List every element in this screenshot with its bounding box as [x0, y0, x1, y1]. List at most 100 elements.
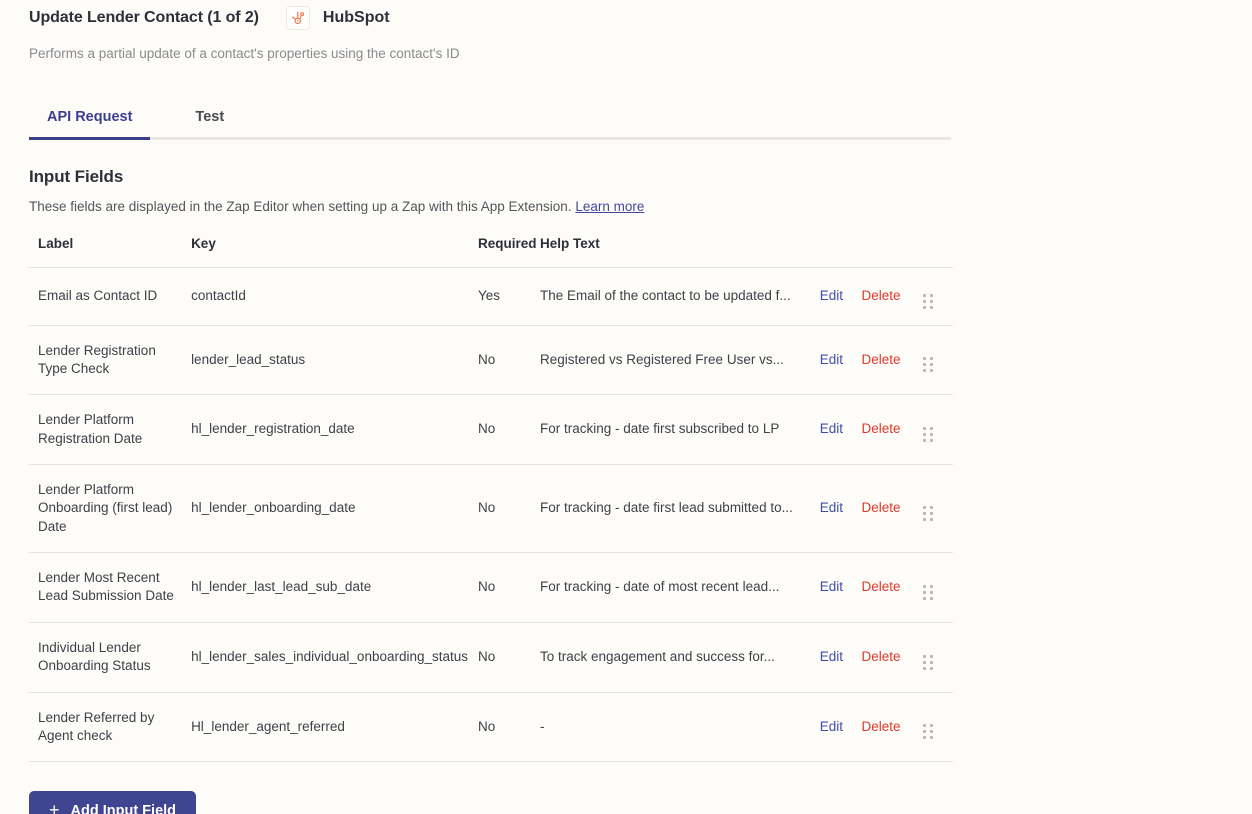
delete-link[interactable]: Delete — [862, 352, 901, 367]
cell-label: Email as Contact ID — [29, 267, 192, 326]
edit-link[interactable]: Edit — [820, 288, 843, 303]
column-header-delete — [862, 236, 924, 268]
cell-handle — [923, 692, 953, 763]
cell-required: No — [478, 464, 540, 554]
table-head: Label Key Required Help Text — [29, 236, 953, 268]
cell-handle — [923, 267, 953, 326]
delete-link[interactable]: Delete — [862, 579, 901, 594]
cell-label: Lender Most Recent Lead Submission Date — [29, 552, 192, 623]
table-header-row: Label Key Required Help Text — [29, 236, 953, 268]
cell-help-text: - — [539, 692, 820, 763]
input-fields-section: Input Fields These fields are displayed … — [29, 167, 953, 763]
cell-required: No — [478, 325, 540, 396]
cell-delete: Delete — [861, 267, 924, 326]
table-row: Lender Platform Onboarding (first lead) … — [29, 464, 953, 554]
cell-help-text: To track engagement and success for... — [539, 622, 820, 693]
learn-more-link[interactable]: Learn more — [575, 199, 644, 214]
help-text: To track engagement and success for... — [539, 648, 775, 664]
cell-required: No — [478, 552, 540, 623]
app-chip: HubSpot — [285, 6, 390, 30]
add-input-field-button[interactable]: + Add Input Field — [29, 791, 197, 814]
cell-help-text: For tracking - date first lead submitted… — [539, 464, 820, 554]
section-description-text: These fields are displayed in the Zap Ed… — [29, 198, 572, 214]
cell-label: Lender Platform Onboarding (first lead) … — [29, 464, 192, 554]
cell-key: contactId — [191, 267, 479, 326]
drag-handle-icon[interactable] — [923, 584, 934, 600]
cell-handle — [923, 325, 953, 396]
cell-label: Lender Referred by Agent check — [29, 692, 192, 763]
cell-delete: Delete — [861, 464, 924, 554]
drag-handle-icon[interactable] — [923, 724, 934, 740]
help-text: For tracking - date first lead submitted… — [539, 500, 793, 516]
cell-key: lender_lead_status — [191, 325, 479, 396]
drag-handle-icon[interactable] — [923, 427, 934, 443]
help-text: For tracking - date first subscribed to … — [539, 421, 780, 437]
drag-handle-icon[interactable] — [923, 654, 934, 670]
edit-link[interactable]: Edit — [820, 719, 843, 734]
cell-delete: Delete — [861, 552, 924, 623]
page-subtitle: Performs a partial update of a contact's… — [29, 46, 460, 61]
tab-bar: API Request Test — [29, 99, 951, 140]
cell-required: No — [478, 394, 540, 465]
column-header-edit — [820, 236, 862, 268]
delete-link[interactable]: Delete — [862, 649, 901, 664]
column-header-label: Label — [38, 235, 74, 251]
edit-link[interactable]: Edit — [820, 500, 843, 515]
drag-handle-icon[interactable] — [923, 506, 934, 522]
table-row: Lender Platform Registration Date hl_lend… — [29, 394, 953, 465]
edit-link[interactable]: Edit — [820, 649, 843, 664]
tab-api-request[interactable]: API Request — [47, 109, 132, 137]
input-fields-table: Label Key Required Help Text Email as Co… — [29, 236, 953, 763]
section-description: These fields are displayed in the Zap Ed… — [29, 199, 953, 214]
cell-edit: Edit — [819, 692, 862, 763]
cell-key: Hl_lender_agent_referred — [191, 692, 479, 763]
cell-key: hl_lender_sales_individual_onboarding_st… — [191, 622, 479, 693]
section-title: Input Fields — [29, 166, 124, 186]
delete-link[interactable]: Delete — [862, 421, 901, 436]
column-header-required: Required — [478, 235, 537, 251]
cell-delete: Delete — [861, 325, 924, 396]
app-name: HubSpot — [322, 9, 390, 26]
column-header-key: Key — [191, 235, 216, 251]
cell-edit: Edit — [819, 464, 862, 554]
plus-icon: + — [49, 799, 60, 814]
cell-help-text: The Email of the contact to be updated f… — [539, 267, 820, 326]
delete-link[interactable]: Delete — [862, 288, 901, 303]
cell-help-text: For tracking - date first subscribed to … — [539, 394, 820, 465]
cell-required: Yes — [478, 267, 540, 326]
drag-handle-icon[interactable] — [923, 293, 934, 309]
tab-test[interactable]: Test — [195, 109, 224, 137]
drag-handle-icon[interactable] — [923, 357, 934, 373]
page-header: Update Lender Contact (1 of 2) HubSpot P… — [0, 0, 1252, 63]
cell-required: No — [478, 692, 540, 763]
cell-edit: Edit — [819, 267, 862, 326]
table-row: Email as Contact ID contactId Yes The Email… — [29, 267, 953, 326]
cell-handle — [923, 394, 953, 465]
app-extension-page: Update Lender Contact (1 of 2) HubSpot P… — [0, 0, 1252, 814]
cell-edit: Edit — [819, 394, 862, 465]
cell-handle — [923, 622, 953, 693]
cell-required: No — [478, 622, 540, 693]
cell-edit: Edit — [819, 622, 862, 693]
column-header-help: Help Text — [539, 235, 600, 251]
table-row: Lender Most Recent Lead Submission Date h… — [29, 552, 953, 623]
cell-delete: Delete — [861, 622, 924, 693]
cell-handle — [923, 464, 953, 554]
cell-delete: Delete — [861, 692, 924, 763]
cell-key: hl_lender_registration_date — [191, 394, 479, 465]
cell-help-text: For tracking - date of most recent lead.… — [539, 552, 820, 623]
edit-link[interactable]: Edit — [820, 579, 843, 594]
tab-underline-track — [29, 136, 951, 140]
cell-delete: Delete — [861, 394, 924, 465]
cell-help-text: Registered vs Registered Free User vs... — [539, 325, 820, 396]
column-header-handle — [923, 236, 953, 268]
edit-link[interactable]: Edit — [820, 421, 843, 436]
delete-link[interactable]: Delete — [862, 500, 901, 515]
tab-active-indicator — [29, 136, 150, 140]
table-row: Lender Registration Type Check lender_lea… — [29, 325, 953, 396]
tab-list: API Request Test — [29, 99, 951, 137]
cell-edit: Edit — [819, 552, 862, 623]
cell-handle — [923, 552, 953, 623]
edit-link[interactable]: Edit — [820, 352, 843, 367]
delete-link[interactable]: Delete — [862, 719, 901, 734]
